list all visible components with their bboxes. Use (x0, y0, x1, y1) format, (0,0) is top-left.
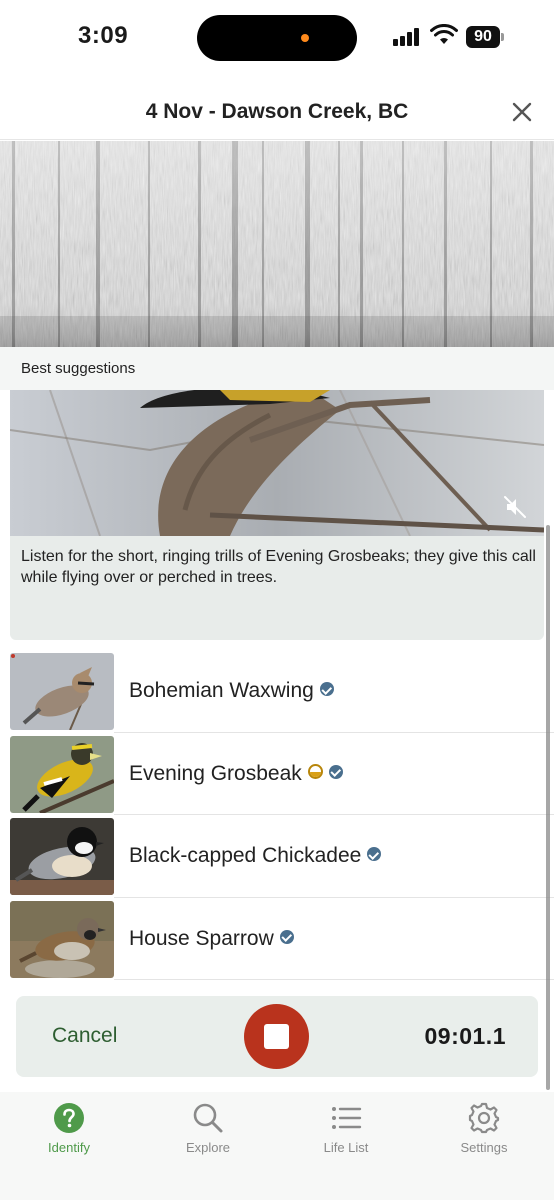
page-title: 4 Nov - Dawson Creek, BC (145, 100, 409, 123)
tab-label: Settings (460, 1140, 508, 1155)
stop-recording-button[interactable] (244, 1004, 309, 1069)
house-sparrow-thumbnail (10, 900, 114, 978)
species-name: Evening Grosbeak (129, 762, 343, 786)
scrollbar[interactable] (546, 525, 550, 1090)
divider (114, 979, 554, 980)
gear-icon (468, 1102, 500, 1134)
battery-icon: 90 (466, 26, 504, 48)
verified-badge-icon (328, 764, 343, 779)
list-item[interactable]: Bohemian Waxwing (0, 650, 554, 733)
recording-indicator-dot (301, 34, 309, 42)
recording-timer: 09:01.1 (424, 1023, 506, 1049)
tab-label: Life List (323, 1140, 369, 1155)
header: 4 Nov - Dawson Creek, BC (0, 80, 554, 140)
species-call-description: Listen for the short, ringing trills of … (21, 548, 536, 586)
species-name: Bohemian Waxwing (129, 679, 334, 703)
search-icon (193, 1103, 223, 1133)
speaker-muted-icon[interactable] (502, 494, 528, 520)
bird-on-branch-image (10, 390, 544, 536)
species-name: Black-capped Chickadee (129, 844, 382, 868)
recording-controls: Cancel 09:01.1 (16, 996, 538, 1077)
dynamic-island (197, 15, 357, 61)
black-capped-chickadee-thumbnail (10, 818, 114, 895)
close-icon[interactable] (508, 98, 536, 126)
battery-level: 90 (466, 26, 500, 48)
cancel-button[interactable]: Cancel (52, 1024, 117, 1048)
bohemian-waxwing-thumbnail (10, 653, 114, 730)
list-item[interactable]: House Sparrow (0, 898, 554, 980)
tab-identify[interactable]: Identify (9, 1100, 129, 1164)
spectrogram[interactable] (0, 141, 554, 347)
evening-grosbeak-thumbnail (10, 735, 114, 813)
verified-badge-icon (319, 682, 334, 697)
evening-grosbeak-photo[interactable] (10, 390, 544, 536)
section-label: Best suggestions (21, 360, 136, 377)
wifi-icon (430, 24, 458, 44)
species-name: House Sparrow (129, 927, 294, 951)
identify-question-icon (54, 1103, 84, 1133)
status-time: 3:09 (78, 22, 129, 49)
tab-life-list[interactable]: Life List (286, 1100, 406, 1164)
list-icon (332, 1107, 362, 1129)
signal-icon (393, 27, 421, 46)
verified-badge-icon (279, 929, 294, 944)
best-suggestions-header: Best suggestions (0, 347, 554, 390)
tab-label: Identify (48, 1140, 90, 1155)
list-item[interactable]: Black-capped Chickadee (0, 815, 554, 898)
spectrogram-image (0, 141, 554, 347)
tab-explore[interactable]: Explore (148, 1100, 268, 1164)
list-item[interactable]: Evening Grosbeak (0, 733, 554, 815)
tab-bar: Identify Explore Life List Settings (0, 1092, 554, 1200)
tab-label: Explore (185, 1140, 231, 1155)
verified-badge-icon (367, 847, 382, 862)
status-bar: 3:09 90 (0, 0, 554, 80)
rarity-indicator-icon (307, 764, 323, 780)
species-list: Bohemian Waxwing Evening Grosbeak Black-… (0, 650, 554, 980)
tab-settings[interactable]: Settings (424, 1100, 544, 1164)
stop-icon (264, 1024, 289, 1049)
species-info-card[interactable]: Listen for the short, ringing trills of … (10, 390, 544, 640)
